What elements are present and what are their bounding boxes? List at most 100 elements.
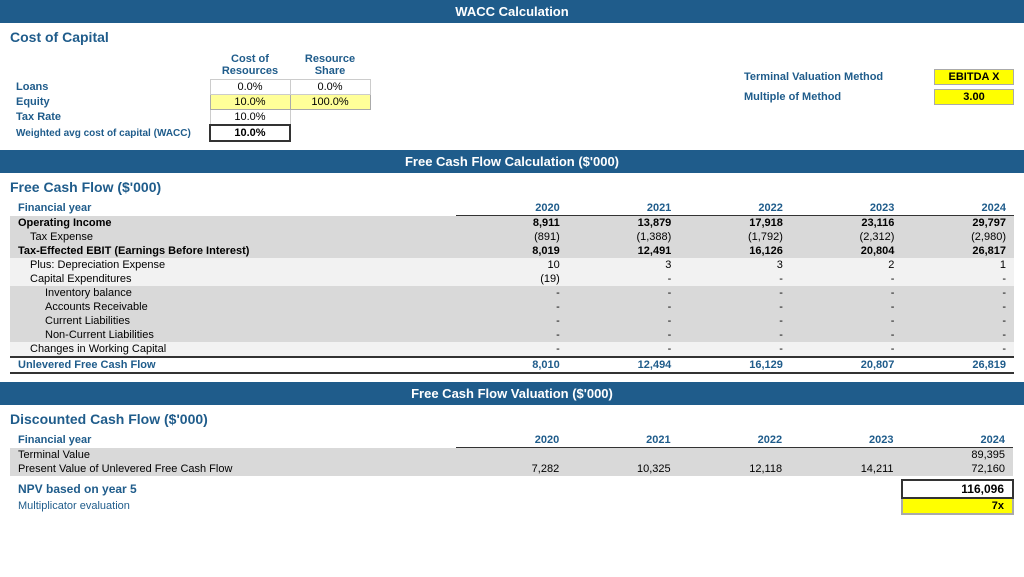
multiplicator-row: Multiplicator evaluation 7x	[10, 498, 1013, 514]
depreciation-row: Plus: Depreciation Expense 10 3 3 2 1	[10, 258, 1014, 272]
wc-2022: -	[679, 342, 791, 357]
capex-row: Capital Expenditures (19) - - - -	[10, 272, 1014, 286]
ufcf-2023: 20,807	[791, 357, 903, 373]
tv-2024: 89,395	[902, 448, 1013, 463]
fcf-year-header-row: Financial year 2020 2021 2022 2023 2024	[10, 201, 1014, 216]
wacc-value: 10.0%	[210, 125, 290, 141]
ufcf-2021: 12,494	[568, 357, 680, 373]
depreciation-2022: 3	[679, 258, 791, 272]
cl-2020: -	[456, 314, 568, 328]
accounts-receivable-label: Accounts Receivable	[10, 300, 456, 314]
op-income-2020: 8,911	[456, 216, 568, 231]
fcf-fy-label: Financial year	[10, 201, 456, 216]
ar-2021: -	[568, 300, 680, 314]
ebit-label: Tax-Effected EBIT (Earnings Before Inter…	[10, 244, 456, 258]
tax-exp-2021: (1,388)	[568, 230, 680, 244]
wacc-empty	[290, 125, 370, 141]
tax-rate-value: 10.0%	[210, 110, 290, 126]
tax-expense-row: Tax Expense (891) (1,388) (1,792) (2,312…	[10, 230, 1014, 244]
depreciation-2020: 10	[456, 258, 568, 272]
ncl-label: Non-Current Liabilities	[10, 328, 456, 342]
inventory-2024: -	[902, 286, 1014, 300]
capex-2022: -	[679, 272, 791, 286]
wacc-header: WACC Calculation	[0, 0, 1024, 23]
dcf-year-2022: 2022	[679, 433, 790, 448]
ar-2022: -	[679, 300, 791, 314]
wc-label: Changes in Working Capital	[10, 342, 456, 357]
equity-cost: 10.0%	[210, 95, 290, 110]
loans-cost: 0.0%	[210, 80, 290, 95]
pv-2021: 10,325	[567, 462, 678, 476]
fcf-year-2022: 2022	[679, 201, 791, 216]
pv-ufcf-row: Present Value of Unlevered Free Cash Flo…	[10, 462, 1013, 476]
wc-2020: -	[456, 342, 568, 357]
dcf-header: Free Cash Flow Valuation ($'000)	[0, 382, 1024, 405]
tv-2021	[567, 448, 678, 463]
col-resource-share: Resource Share	[290, 51, 370, 80]
current-liabilities-row: Current Liabilities - - - - -	[10, 314, 1014, 328]
cl-2023: -	[791, 314, 903, 328]
op-income-2022: 17,918	[679, 216, 791, 231]
ebit-2024: 26,817	[902, 244, 1014, 258]
mult-empty-2023	[790, 498, 901, 514]
tv-2022	[679, 448, 790, 463]
depreciation-2024: 1	[902, 258, 1014, 272]
ar-2020: -	[456, 300, 568, 314]
ncl-2023: -	[791, 328, 903, 342]
dcf-year-2024: 2024	[902, 433, 1013, 448]
npv-empty-2023	[790, 480, 901, 498]
fcf-year-2023: 2023	[791, 201, 903, 216]
npv-empty-2020	[456, 480, 567, 498]
ufcf-label: Unlevered Free Cash Flow	[10, 357, 456, 373]
ufcf-2022: 16,129	[679, 357, 791, 373]
pv-2022: 12,118	[679, 462, 790, 476]
operating-income-row: Operating Income 8,911 13,879 17,918 23,…	[10, 216, 1014, 231]
npv-label: NPV based on year 5	[10, 480, 456, 498]
inventory-2020: -	[456, 286, 568, 300]
ebit-2023: 20,804	[791, 244, 903, 258]
capex-2024: -	[902, 272, 1014, 286]
mult-empty-2020	[456, 498, 567, 514]
op-income-2021: 13,879	[568, 216, 680, 231]
npv-row: NPV based on year 5 116,096	[10, 480, 1013, 498]
wacc-right: Terminal Valuation Method EBITDA X Multi…	[744, 69, 1014, 105]
terminal-valuation-label: Terminal Valuation Method	[744, 71, 924, 83]
inventory-balance-label: Inventory balance	[10, 286, 456, 300]
ncl-2021: -	[568, 328, 680, 342]
ufcf-2024: 26,819	[902, 357, 1014, 373]
tax-rate-empty	[290, 110, 370, 126]
cl-2021: -	[568, 314, 680, 328]
capex-label: Capital Expenditures	[10, 272, 456, 286]
loans-share: 0.0%	[290, 80, 370, 95]
dcf-year-2020: 2020	[456, 433, 567, 448]
tax-exp-2023: (2,312)	[791, 230, 903, 244]
dcf-year-header-row: Financial year 2020 2021 2022 2023 2024	[10, 433, 1013, 448]
current-liabilities-label: Current Liabilities	[10, 314, 456, 328]
op-income-label: Operating Income	[10, 216, 456, 231]
wc-2021: -	[568, 342, 680, 357]
inventory-2022: -	[679, 286, 791, 300]
pv-2023: 14,211	[790, 462, 901, 476]
ncl-2022: -	[679, 328, 791, 342]
ufcf-2020: 8,010	[456, 357, 568, 373]
wc-2024: -	[902, 342, 1014, 357]
terminal-value-label: Terminal Value	[10, 448, 456, 463]
tax-rate-label: Tax Rate	[10, 110, 210, 126]
ebit-2020: 8,019	[456, 244, 568, 258]
fcf-year-2020: 2020	[456, 201, 568, 216]
wacc-grid: Cost of Resources Resource Share Loans 0…	[10, 51, 1014, 142]
multiple-method-row: Multiple of Method 3.00	[744, 89, 1014, 105]
tax-effected-ebit-row: Tax-Effected EBIT (Earnings Before Inter…	[10, 244, 1014, 258]
multiplicator-2024: 7x	[902, 498, 1013, 514]
fcf-subsection-title: Free Cash Flow ($'000)	[0, 173, 1024, 197]
op-income-2023: 23,116	[791, 216, 903, 231]
ncl-2024: -	[902, 328, 1014, 342]
pv-2024: 72,160	[902, 462, 1013, 476]
tax-exp-2024: (2,980)	[902, 230, 1014, 244]
col-cost-resources: Cost of Resources	[210, 51, 290, 80]
fcf-section: Financial year 2020 2021 2022 2023 2024 …	[0, 197, 1024, 382]
npv-2024: 116,096	[902, 480, 1013, 498]
npv-empty-2021	[567, 480, 678, 498]
terminal-value-row: Terminal Value 89,395	[10, 448, 1013, 463]
mult-empty-2021	[567, 498, 678, 514]
